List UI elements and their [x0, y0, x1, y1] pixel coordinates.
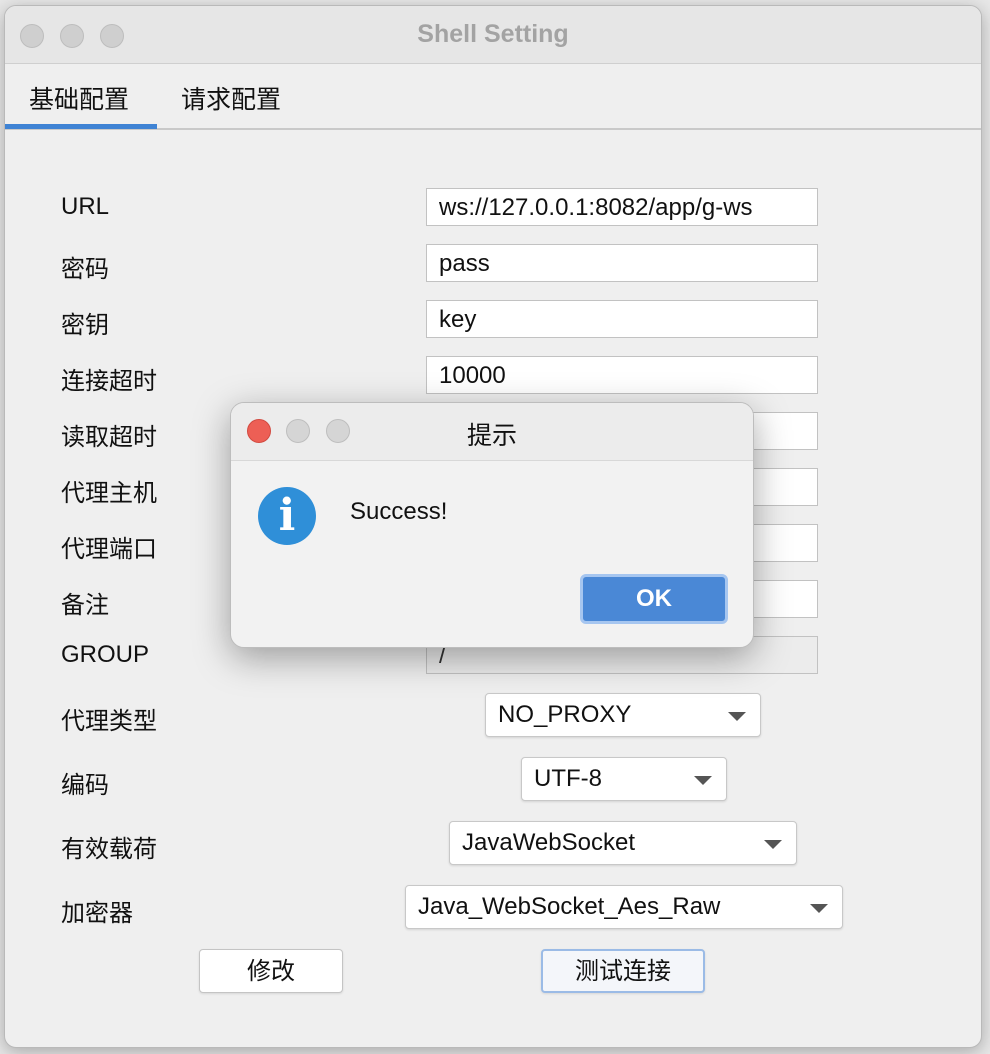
key-label: 密钥 [61, 312, 109, 339]
read-timeout-label: 读取超时 [61, 424, 157, 451]
payload-value: JavaWebSocket [462, 829, 635, 856]
proxy-type-label: 代理类型 [61, 708, 157, 735]
url-label: URL [61, 193, 110, 220]
chevron-down-icon [728, 712, 746, 721]
proxy-host-label: 代理主机 [61, 480, 157, 507]
dialog-title: 提示 [466, 421, 517, 450]
ok-button[interactable]: OK [580, 574, 728, 624]
test-connection-button[interactable]: 测试连接 [541, 949, 705, 993]
encoding-select[interactable]: UTF-8 [521, 757, 727, 801]
info-icon: i [258, 487, 316, 545]
url-input[interactable]: ws://127.0.0.1:8082/app/g-ws [426, 188, 818, 226]
proxy-port-label: 代理端口 [61, 536, 157, 563]
key-input[interactable]: key [426, 300, 818, 338]
connect-timeout-input[interactable]: 10000 [426, 356, 818, 394]
encoding-value: UTF-8 [534, 765, 602, 792]
tab-request-config[interactable]: 请求配置 [181, 80, 281, 116]
cryption-value: Java_WebSocket_Aes_Raw [418, 893, 721, 920]
dialog-message: Success! [350, 498, 448, 525]
tab-bar: 基础配置 请求配置 [5, 64, 981, 130]
cryption-label: 加密器 [61, 900, 133, 927]
password-label: 密码 [61, 256, 109, 283]
window-titlebar: Shell Setting [5, 6, 981, 64]
chevron-down-icon [694, 776, 712, 785]
window-title: Shell Setting [417, 20, 569, 48]
active-tab-indicator [5, 124, 157, 129]
group-label: GROUP [61, 641, 150, 668]
chevron-down-icon [764, 840, 782, 849]
alert-dialog: 提示 i Success! OK [230, 402, 754, 648]
modify-button[interactable]: 修改 [199, 949, 343, 993]
chevron-down-icon [810, 904, 828, 913]
remark-label: 备注 [61, 592, 109, 619]
payload-select[interactable]: JavaWebSocket [449, 821, 797, 865]
tab-basic-config[interactable]: 基础配置 [29, 80, 129, 116]
proxy-type-value: NO_PROXY [498, 701, 632, 728]
payload-label: 有效载荷 [61, 836, 157, 863]
dialog-titlebar: 提示 [231, 403, 753, 461]
proxy-type-select[interactable]: NO_PROXY [485, 693, 761, 737]
connect-timeout-label: 连接超时 [61, 368, 157, 395]
encoding-label: 编码 [61, 772, 109, 799]
password-input[interactable]: pass [426, 244, 818, 282]
cryption-select[interactable]: Java_WebSocket_Aes_Raw [405, 885, 843, 929]
